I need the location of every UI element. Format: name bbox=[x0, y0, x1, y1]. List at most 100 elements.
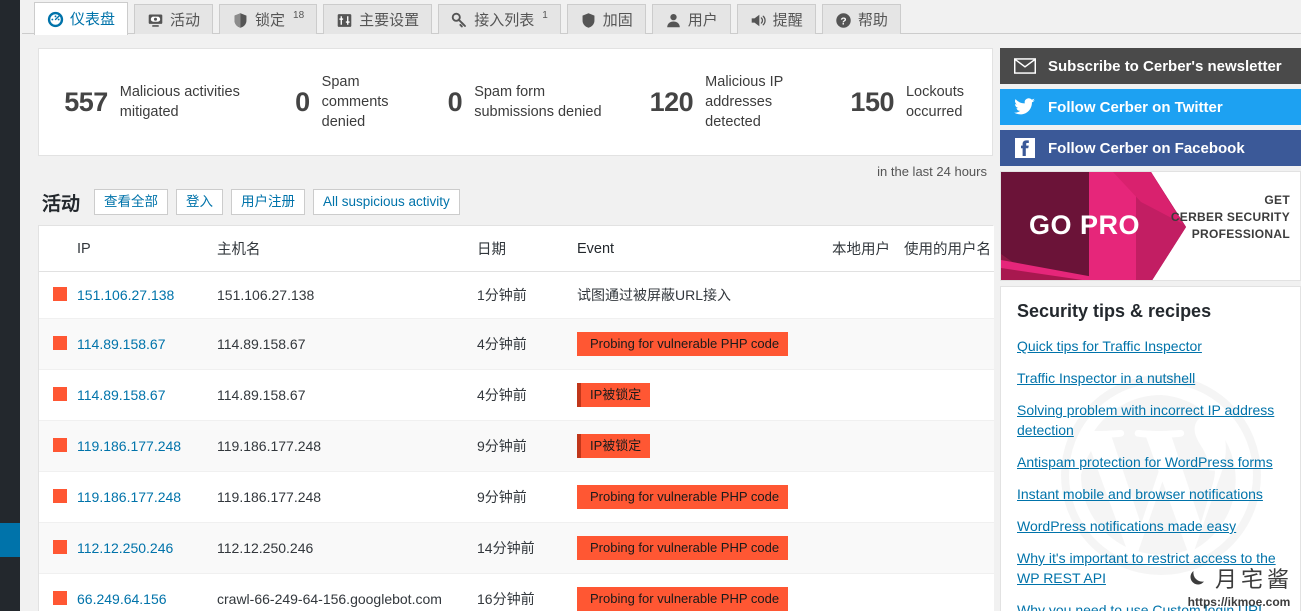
stat-item-1: 0 Spam comments denied bbox=[291, 72, 392, 132]
activity-filter-3[interactable]: All suspicious activity bbox=[313, 189, 460, 215]
activity-filter-2[interactable]: 用户注册 bbox=[231, 189, 306, 215]
stat-label: Malicious IP addresses detected bbox=[705, 74, 784, 130]
tab-1[interactable]: 活动 bbox=[134, 4, 214, 35]
promo-label: Subscribe to Cerber's newsletter bbox=[1048, 57, 1282, 75]
col-header-ip: IP bbox=[77, 226, 217, 272]
ip-link[interactable]: 66.249.64.156 bbox=[77, 591, 167, 607]
row-hostname: 112.12.250.246 bbox=[217, 522, 477, 574]
stat-value: 150 bbox=[850, 86, 894, 117]
security-tip-link-1[interactable]: Traffic Inspector in a nutshell bbox=[1017, 368, 1284, 388]
row-ip-cell: 114.89.158.67 bbox=[77, 318, 217, 370]
stat-value: 0 bbox=[447, 86, 463, 117]
row-username bbox=[904, 369, 994, 421]
row-ip-cell: 66.249.64.156 bbox=[77, 573, 217, 611]
row-event-cell: IP被锁定 bbox=[577, 420, 832, 472]
wp-admin-rail-active-item[interactable] bbox=[0, 523, 20, 557]
event-text: 试图通过被屏蔽URL接入 bbox=[577, 287, 732, 303]
tab-label: 主要设置 bbox=[359, 11, 420, 29]
stat-label: Spam comments denied bbox=[321, 74, 389, 130]
col-header-date: 日期 bbox=[477, 226, 577, 272]
activity-table: IP 主机名 日期 Event 本地用户 使用的用户名 151.106.27.1… bbox=[39, 226, 994, 611]
table-row: 114.89.158.67 114.89.158.67 4分钟前 Probing fo… bbox=[39, 318, 994, 370]
ip-link[interactable]: 112.12.250.246 bbox=[77, 540, 173, 556]
activity-table-body: 151.106.27.138 151.106.27.138 1分钟前 试图通过被屏蔽U… bbox=[39, 271, 994, 611]
event-badge: Probing for vulnerable PHP code bbox=[577, 485, 789, 509]
flag-square-icon bbox=[53, 437, 67, 452]
row-event-cell: Probing for vulnerable PHP code bbox=[577, 522, 832, 574]
tab-label: 加固 bbox=[602, 11, 633, 29]
dashboard-icon bbox=[47, 11, 64, 28]
ip-link[interactable]: 151.106.27.138 bbox=[77, 287, 174, 303]
envelope-icon bbox=[1014, 55, 1036, 77]
ip-link[interactable]: 119.186.177.248 bbox=[77, 438, 181, 454]
tab-0[interactable]: 仪表盘 bbox=[34, 2, 129, 35]
question-icon: ? bbox=[835, 12, 852, 29]
event-badge: Probing for vulnerable PHP code bbox=[577, 332, 789, 356]
row-country-flag bbox=[39, 420, 77, 472]
row-hostname: crawl-66-249-64-156.googlebot.com bbox=[217, 573, 477, 611]
tab-8[interactable]: ? 帮助 bbox=[821, 4, 901, 35]
tab-2[interactable]: 锁定 18 bbox=[219, 4, 318, 35]
col-header-flag bbox=[39, 226, 77, 272]
row-country-flag bbox=[39, 369, 77, 421]
tab-label: 活动 bbox=[170, 11, 201, 29]
row-username bbox=[904, 318, 994, 370]
row-event-cell: 试图通过被屏蔽URL接入 bbox=[577, 271, 832, 319]
tab-5[interactable]: 加固 bbox=[566, 4, 646, 35]
event-badge: IP被锁定 bbox=[577, 434, 651, 458]
row-event-cell: Probing for vulnerable PHP code bbox=[577, 318, 832, 370]
tab-list: 仪表盘 活动 锁定 18 主要设置 接入列表 1 加固 用户 提醒? 帮助 bbox=[34, 1, 901, 35]
row-local-user bbox=[832, 573, 904, 611]
row-ip-cell: 119.186.177.248 bbox=[77, 471, 217, 523]
security-tips-panel: Security tips & recipes Quick tips for T… bbox=[1000, 286, 1301, 611]
row-hostname: 114.89.158.67 bbox=[217, 369, 477, 421]
row-country-flag bbox=[39, 522, 77, 574]
stat-value: 557 bbox=[64, 86, 108, 117]
svg-text:?: ? bbox=[840, 16, 846, 27]
go-pro-tagline-line3: PROFESSIONAL bbox=[1191, 227, 1290, 241]
row-username bbox=[904, 522, 994, 574]
stats-panel: 557 Malicious activities mitigated 0 Spam c… bbox=[38, 48, 993, 156]
security-tip-link-5[interactable]: WordPress notifications made easy bbox=[1017, 516, 1284, 536]
security-tip-link-4[interactable]: Instant mobile and browser notifications bbox=[1017, 484, 1284, 504]
plugin-tab-bar: 仪表盘 活动 锁定 18 主要设置 接入列表 1 加固 用户 提醒? 帮助 bbox=[22, 0, 1301, 35]
activity-filter-0[interactable]: 查看全部 bbox=[94, 189, 169, 215]
tab-3[interactable]: 主要设置 bbox=[323, 4, 433, 35]
row-local-user bbox=[832, 271, 904, 319]
row-ip-cell: 114.89.158.67 bbox=[77, 369, 217, 421]
ip-link[interactable]: 114.89.158.67 bbox=[77, 387, 166, 403]
promo-envelope[interactable]: Subscribe to Cerber's newsletter bbox=[1000, 48, 1301, 84]
row-date: 9分钟前 bbox=[477, 471, 577, 523]
tab-badge-count: 18 bbox=[293, 9, 305, 21]
row-event-cell: IP被锁定 bbox=[577, 369, 832, 421]
security-tip-link-2[interactable]: Solving problem with incorrect IP addres… bbox=[1017, 400, 1284, 440]
ip-link[interactable]: 114.89.158.67 bbox=[77, 336, 166, 352]
col-header-hostname: 主机名 bbox=[217, 226, 477, 272]
tab-6[interactable]: 用户 bbox=[651, 4, 731, 35]
ip-link[interactable]: 119.186.177.248 bbox=[77, 489, 181, 505]
promo-twitter[interactable]: Follow Cerber on Twitter bbox=[1000, 89, 1301, 125]
row-local-user bbox=[832, 471, 904, 523]
stat-label: Spam form submissions denied bbox=[474, 84, 602, 120]
promo-button-group: Subscribe to Cerber's newsletter Follow C… bbox=[1000, 48, 1301, 166]
go-pro-banner[interactable]: GO PRO GET CERBER SECURITY PROFESSIONAL bbox=[1000, 171, 1301, 281]
row-date: 14分钟前 bbox=[477, 522, 577, 574]
tab-7[interactable]: 提醒 bbox=[736, 4, 816, 35]
security-tip-link-0[interactable]: Quick tips for Traffic Inspector bbox=[1017, 336, 1284, 356]
security-tip-link-3[interactable]: Antispam protection for WordPress forms bbox=[1017, 452, 1284, 472]
promo-label: Follow Cerber on Twitter bbox=[1048, 98, 1223, 116]
row-username bbox=[904, 420, 994, 472]
tab-4[interactable]: 接入列表 1 bbox=[438, 4, 561, 35]
security-tip-link-6[interactable]: Why it's important to restrict access to… bbox=[1017, 548, 1284, 588]
activity-title: 活动 bbox=[42, 193, 81, 215]
promo-facebook[interactable]: Follow Cerber on Facebook bbox=[1000, 130, 1301, 166]
activity-filter-1[interactable]: 登入 bbox=[176, 189, 224, 215]
row-hostname: 114.89.158.67 bbox=[217, 318, 477, 370]
stat-item-0: 557 Malicious activities mitigated bbox=[59, 82, 255, 122]
row-hostname: 119.186.177.248 bbox=[217, 471, 477, 523]
table-row: 119.186.177.248 119.186.177.248 9分钟前 Probin… bbox=[39, 471, 994, 523]
security-tip-link-7[interactable]: Why you need to use Custom login URL bbox=[1017, 600, 1284, 611]
tab-label: 仪表盘 bbox=[70, 10, 116, 28]
flag-square-icon bbox=[53, 590, 67, 605]
row-username bbox=[904, 271, 994, 319]
